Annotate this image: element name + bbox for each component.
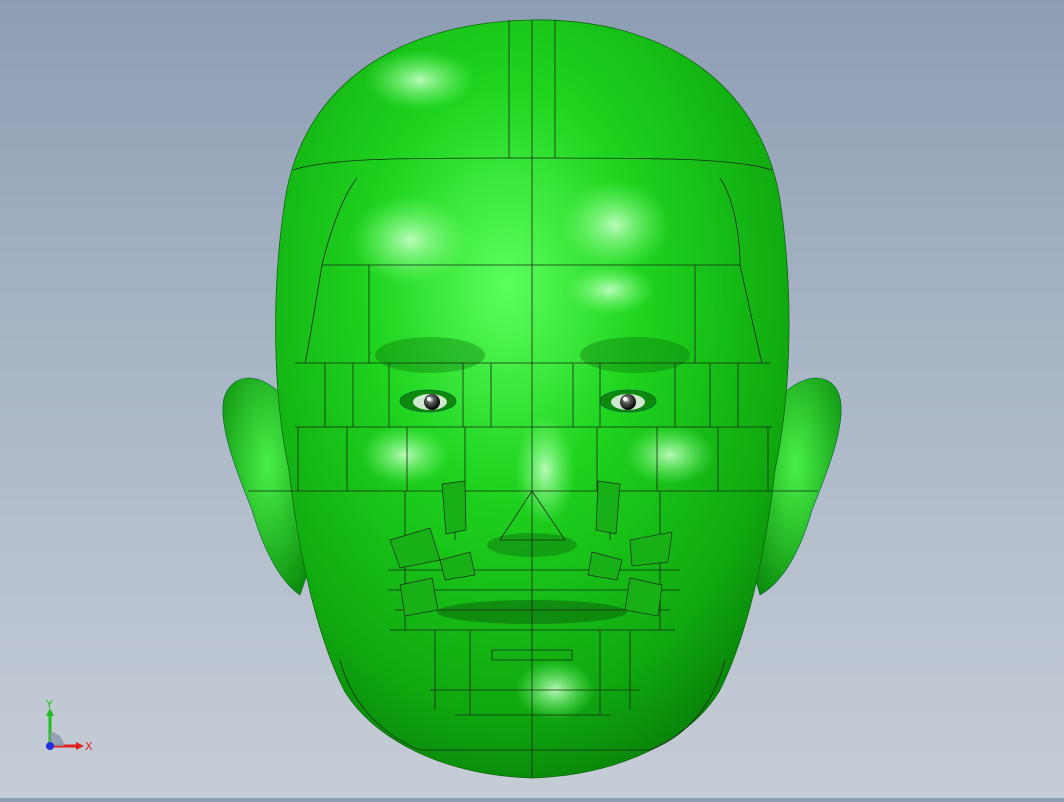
highlight <box>350 195 470 285</box>
shadow <box>580 337 690 373</box>
y-axis-label: Y <box>45 698 53 711</box>
head-model-render[interactable] <box>0 0 1064 798</box>
coordinate-triad: X Y <box>38 698 98 758</box>
highlight <box>565 265 655 315</box>
left-eye <box>399 389 457 413</box>
highlight <box>360 425 450 485</box>
x-axis-label: X <box>85 740 93 753</box>
highlight <box>560 180 670 270</box>
right-eye <box>599 389 657 413</box>
cad-3d-viewport[interactable]: X Y <box>0 0 1064 798</box>
highlight <box>365 50 475 110</box>
axis-triad-icon: X Y <box>45 698 93 753</box>
highlight <box>625 425 715 485</box>
highlight <box>515 415 575 525</box>
shadow <box>375 337 485 373</box>
